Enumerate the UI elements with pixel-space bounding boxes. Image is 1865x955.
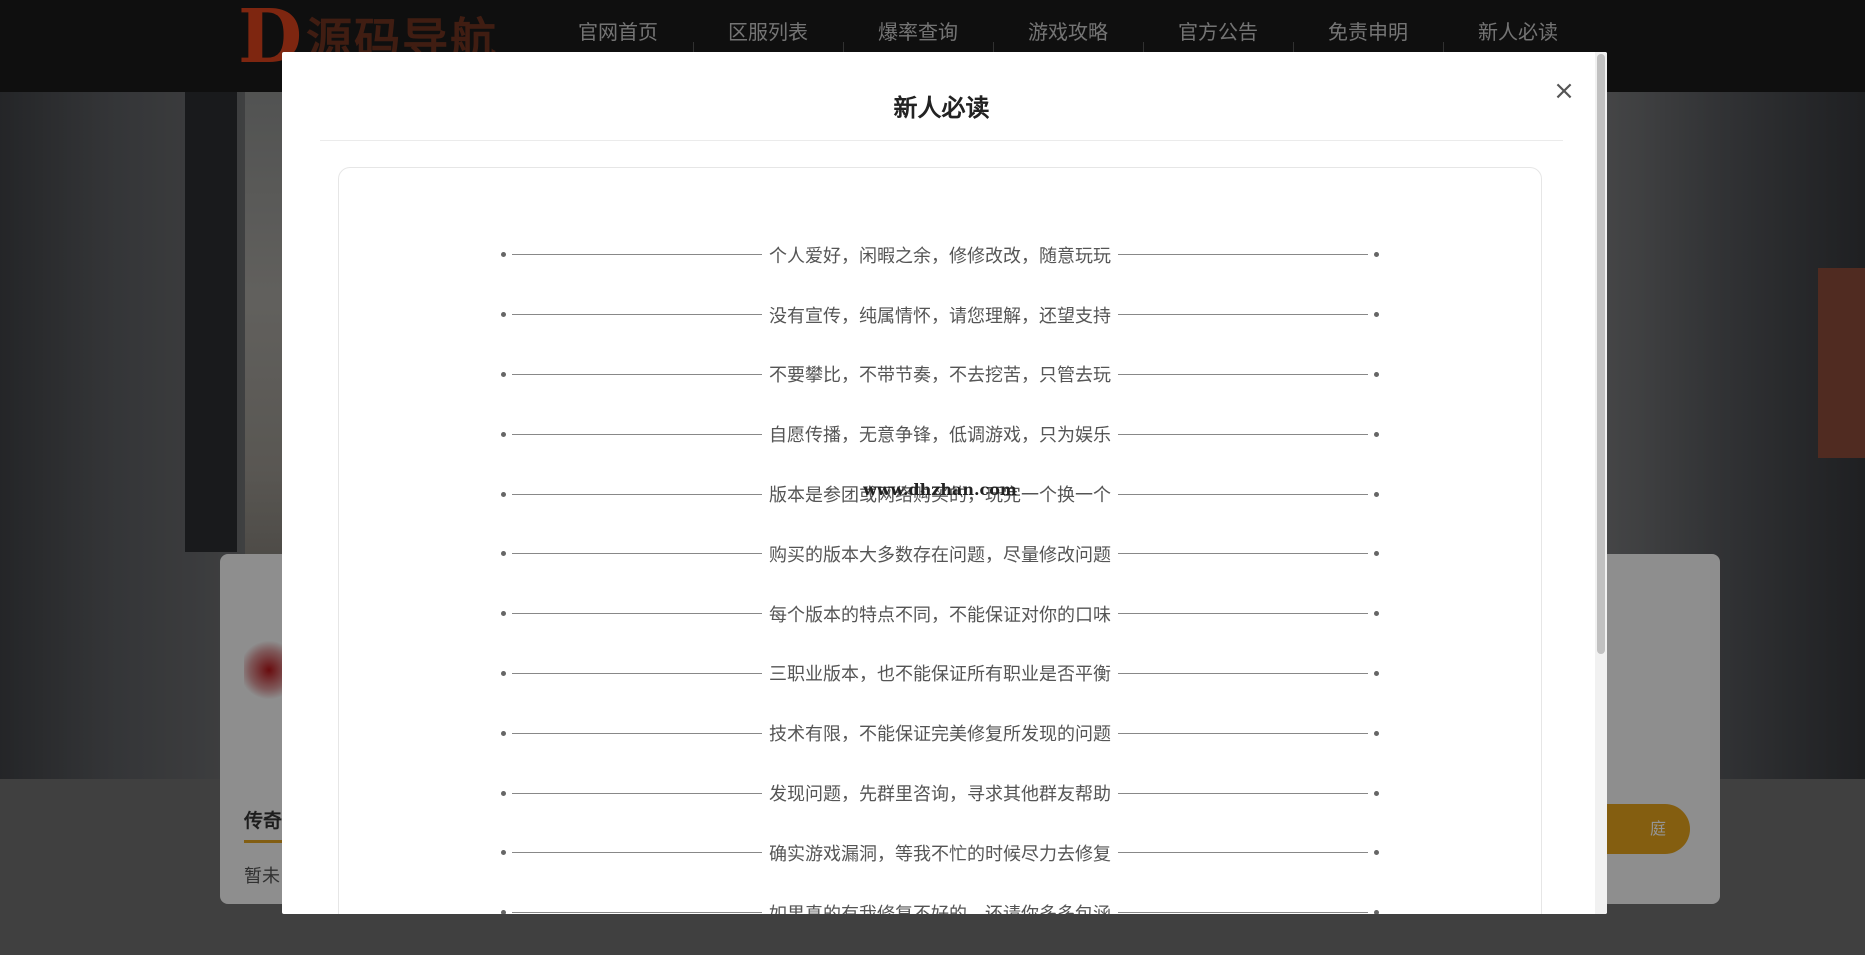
bullet-icon: [501, 551, 506, 557]
divider: [1118, 613, 1368, 615]
divider: [512, 852, 762, 854]
divider: [1118, 373, 1368, 375]
close-icon[interactable]: ×: [1549, 76, 1579, 106]
divider: [1118, 433, 1368, 435]
bullet-icon: [501, 312, 506, 318]
divider: [1118, 732, 1368, 734]
divider: [512, 912, 762, 914]
modal-content-box: 个人爱好，闲暇之余，修修改改，随意玩玩 没有宣传，纯属情怀，请您理解，还望支持 …: [338, 167, 1542, 914]
bullet-icon: [1374, 551, 1379, 557]
bullet-icon: [501, 252, 506, 258]
divider: [1118, 792, 1368, 794]
divider: [1118, 254, 1368, 256]
list-item: 如果真的有我修复不好的，还请你多多包涵: [339, 883, 1541, 914]
rules-list: 个人爱好，闲暇之余，修修改改，随意玩玩 没有宣传，纯属情怀，请您理解，还望支持 …: [339, 225, 1541, 914]
bullet-icon: [501, 670, 506, 676]
list-item: 发现问题，先群里咨询，寻求其他群友帮助: [339, 763, 1541, 823]
bullet-icon: [501, 910, 506, 914]
bullet-icon: [501, 371, 506, 377]
watermark: www.dhzhan.com: [863, 480, 1017, 499]
newbie-modal: 新人必读 × 个人爱好，闲暇之余，修修改改，随意玩玩 没有宣传，纯属情怀，请您理…: [282, 52, 1607, 914]
divider: [512, 732, 762, 734]
bullet-icon: [501, 730, 506, 736]
divider: [512, 314, 762, 316]
divider: [512, 373, 762, 375]
list-item: 三职业版本，也不能保证所有职业是否平衡: [339, 644, 1541, 704]
bullet-icon: [1374, 790, 1379, 796]
bullet-icon: [1374, 611, 1379, 617]
list-item: 不要攀比，不带节奏，不去挖苦，只管去玩: [339, 345, 1541, 405]
bullet-icon: [501, 790, 506, 796]
modal-title: 新人必读: [893, 94, 990, 122]
divider: [512, 792, 762, 794]
bullet-icon: [1374, 730, 1379, 736]
divider: [1118, 314, 1368, 316]
divider: [1118, 553, 1368, 555]
bullet-icon: [1374, 850, 1379, 856]
list-item: 购买的版本大多数存在问题，尽量修改问题: [339, 524, 1541, 584]
list-item: 每个版本的特点不同，不能保证对你的口味: [339, 584, 1541, 644]
scrollbar-thumb[interactable]: [1597, 54, 1605, 654]
bullet-icon: [1374, 910, 1379, 914]
bullet-icon: [1374, 371, 1379, 377]
divider: [512, 433, 762, 435]
bullet-icon: [501, 431, 506, 437]
bullet-icon: [501, 850, 506, 856]
divider: [512, 672, 762, 674]
divider: [1118, 912, 1368, 914]
divider: [1118, 672, 1368, 674]
list-item: 自愿传播，无意争锋，低调游戏，只为娱乐: [339, 404, 1541, 464]
modal-scrollbar[interactable]: [1595, 52, 1607, 914]
bullet-icon: [1374, 431, 1379, 437]
divider: [512, 613, 762, 615]
bullet-icon: [1374, 312, 1379, 318]
modal-header: 新人必读: [320, 52, 1563, 141]
list-item: 没有宣传，纯属情怀，请您理解，还望支持: [339, 285, 1541, 345]
list-item: 确实游戏漏洞，等我不忙的时候尽力去修复: [339, 823, 1541, 883]
list-item: 个人爱好，闲暇之余，修修改改，随意玩玩: [339, 225, 1541, 285]
bullet-icon: [501, 611, 506, 617]
divider: [512, 553, 762, 555]
divider: [512, 254, 762, 256]
bullet-icon: [1374, 252, 1379, 258]
bullet-icon: [1374, 670, 1379, 676]
divider: [1118, 852, 1368, 854]
list-item: 技术有限，不能保证完美修复所发现的问题: [339, 703, 1541, 763]
